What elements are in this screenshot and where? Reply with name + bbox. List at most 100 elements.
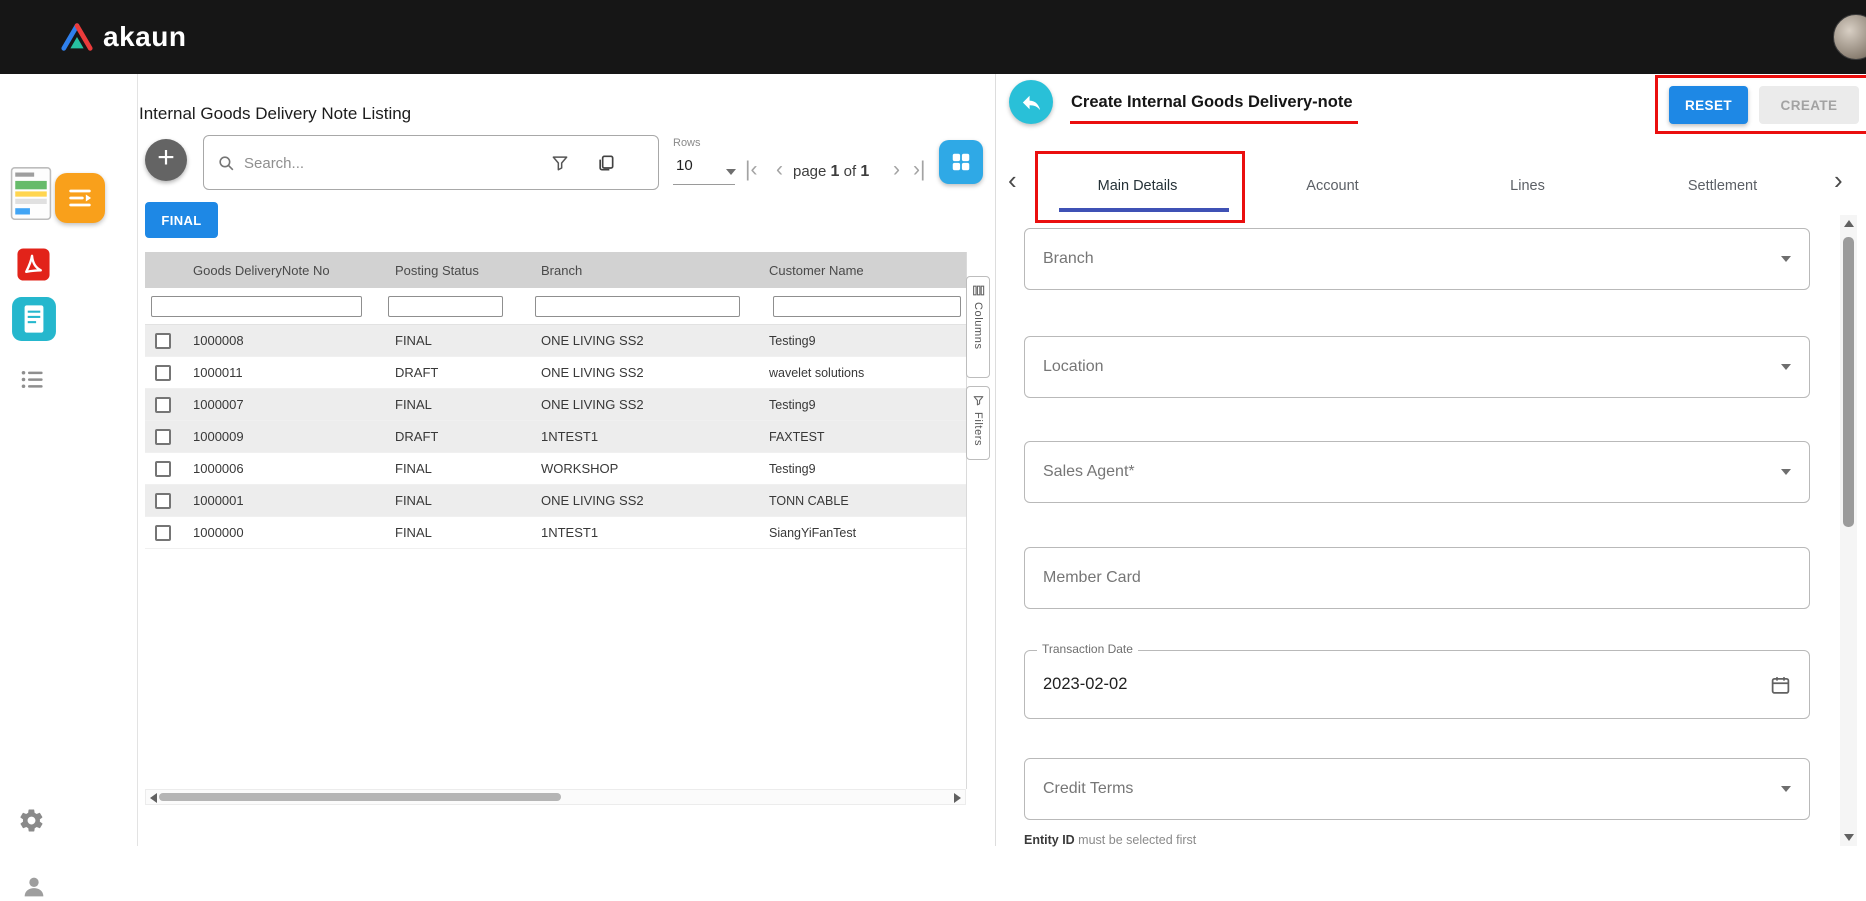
grid-view-icon [950,151,972,173]
horizontal-scrollbar[interactable] [145,789,966,805]
cell-customer: SiangYiFanTest [761,526,966,540]
cell-goods-no: 1000011 [185,365,387,380]
rows-select-caret-icon [726,169,736,175]
entity-id-hint: Entity ID must be selected first [1024,833,1196,847]
filters-tab-label: Filters [972,412,984,446]
header-customer-name[interactable]: Customer Name [761,263,966,278]
akaun-logo-icon [60,22,94,52]
first-page-button[interactable]: |‹ [745,158,757,182]
cell-branch: 1NTEST1 [533,525,761,540]
cell-goods-no: 1000008 [185,333,387,348]
status-filter-chip[interactable]: FINAL [145,202,218,238]
top-navbar: akaun [0,0,1866,74]
rows-per-page-select[interactable]: 10 [676,157,693,174]
row-checkbox[interactable] [155,461,171,477]
cell-branch: ONE LIVING SS2 [533,397,761,412]
tab-settlement[interactable]: Settlement [1625,163,1820,208]
scroll-right-arrow-icon[interactable] [954,793,961,803]
table-row[interactable]: 1000001 FINAL ONE LIVING SS2 TONN CABLE [145,485,966,517]
calendar-icon[interactable] [1770,674,1791,695]
vertical-scrollbar[interactable] [1840,215,1857,846]
table-row[interactable]: 1000009 DRAFT 1NTEST1 FAXTEST [145,421,966,453]
table-row[interactable]: 1000007 FINAL ONE LIVING SS2 Testing9 [145,389,966,421]
row-checkbox[interactable] [155,525,171,541]
filter-input-customer-name[interactable] [773,296,961,317]
sales-agent-label: Sales Agent* [1043,463,1135,481]
chevron-down-icon [1781,469,1791,475]
delivery-note-doc-icon[interactable] [10,166,52,221]
list-icon[interactable] [19,366,46,393]
scroll-down-arrow-icon[interactable] [1844,834,1854,841]
cell-goods-no: 1000000 [185,525,387,540]
cell-goods-no: 1000006 [185,461,387,476]
table-row[interactable]: 1000006 FINAL WORKSHOP Testing9 [145,453,966,485]
tab-main-details[interactable]: Main Details [1040,163,1235,208]
credit-terms-select[interactable]: Credit Terms [1024,758,1810,820]
vertical-scrollbar-thumb[interactable] [1843,237,1854,527]
active-tab-indicator [1059,208,1229,212]
add-record-button[interactable]: + [145,139,187,181]
create-button[interactable]: CREATE [1759,86,1859,124]
annotation-title-underline [1070,121,1358,124]
next-page-button[interactable]: › [893,158,900,182]
reset-button[interactable]: RESET [1669,86,1748,124]
settings-gear-icon[interactable] [18,807,45,834]
branch-select[interactable]: Branch [1024,228,1810,290]
pdf-icon[interactable] [16,247,51,282]
transaction-date-value: 2023-02-02 [1043,675,1127,694]
back-button[interactable] [1009,80,1053,124]
scroll-up-arrow-icon[interactable] [1844,220,1854,227]
filter-input-goods-no[interactable] [151,296,362,317]
member-card-field[interactable]: Member Card [1024,547,1810,609]
filters-side-tab[interactable]: Filters [966,386,990,460]
columns-side-tab[interactable]: Columns [966,276,990,378]
table-row[interactable]: 1000011 DRAFT ONE LIVING SS2 wavelet sol… [145,357,966,389]
columns-tab-label: Columns [972,302,984,350]
chevron-down-icon [1781,256,1791,262]
invoice-app-icon[interactable] [11,296,57,342]
grid-view-button[interactable] [939,140,983,184]
page-of-label: of [844,163,857,180]
cell-customer: Testing9 [761,334,966,348]
logo-text: akaun [103,21,186,53]
header-branch[interactable]: Branch [533,263,761,278]
tabs-scroll-right-icon[interactable]: › [1834,167,1843,193]
location-select[interactable]: Location [1024,336,1810,398]
last-page-button[interactable]: ›| [913,158,925,182]
scroll-left-arrow-icon[interactable] [150,793,157,803]
sales-agent-select[interactable]: Sales Agent* [1024,441,1810,503]
table-row[interactable]: 1000000 FINAL 1NTEST1 SiangYiFanTest [145,517,966,549]
header-posting-status[interactable]: Posting Status [387,263,533,278]
page-indicator: page 1 of 1 [793,163,869,181]
row-checkbox[interactable] [155,365,171,381]
akaun-logo: akaun [60,0,186,74]
cell-status: DRAFT [387,365,533,380]
tabs-scroll-left-icon[interactable]: ‹ [1008,167,1017,193]
cell-branch: WORKSHOP [533,461,761,476]
columns-icon [972,284,985,297]
transaction-date-field[interactable]: Transaction Date 2023-02-02 [1024,650,1810,719]
search-input[interactable] [244,150,524,176]
row-checkbox[interactable] [155,333,171,349]
table-header-row: Goods DeliveryNote No Posting Status Bra… [145,252,966,288]
copy-pages-icon[interactable] [596,153,616,173]
location-label: Location [1043,358,1104,376]
tab-lines[interactable]: Lines [1430,163,1625,208]
cell-branch: ONE LIVING SS2 [533,333,761,348]
create-panel-tabs: Main Details Account Lines Settlement [1040,163,1820,208]
row-checkbox[interactable] [155,493,171,509]
filter-input-branch[interactable] [535,296,740,317]
profile-person-icon[interactable] [20,873,48,901]
tab-account[interactable]: Account [1235,163,1430,208]
page-total: 1 [860,163,869,180]
row-checkbox[interactable] [155,429,171,445]
prev-page-button[interactable]: ‹ [776,158,783,182]
header-goods-no[interactable]: Goods DeliveryNote No [185,263,387,278]
filter-funnel-icon[interactable] [550,153,570,173]
filter-input-posting-status[interactable] [388,296,503,317]
row-checkbox[interactable] [155,397,171,413]
table-row[interactable]: 1000008 FINAL ONE LIVING SS2 Testing9 [145,325,966,357]
horizontal-scrollbar-thumb[interactable] [159,793,561,801]
user-avatar[interactable] [1833,14,1866,60]
menu-open-button[interactable] [55,173,105,223]
